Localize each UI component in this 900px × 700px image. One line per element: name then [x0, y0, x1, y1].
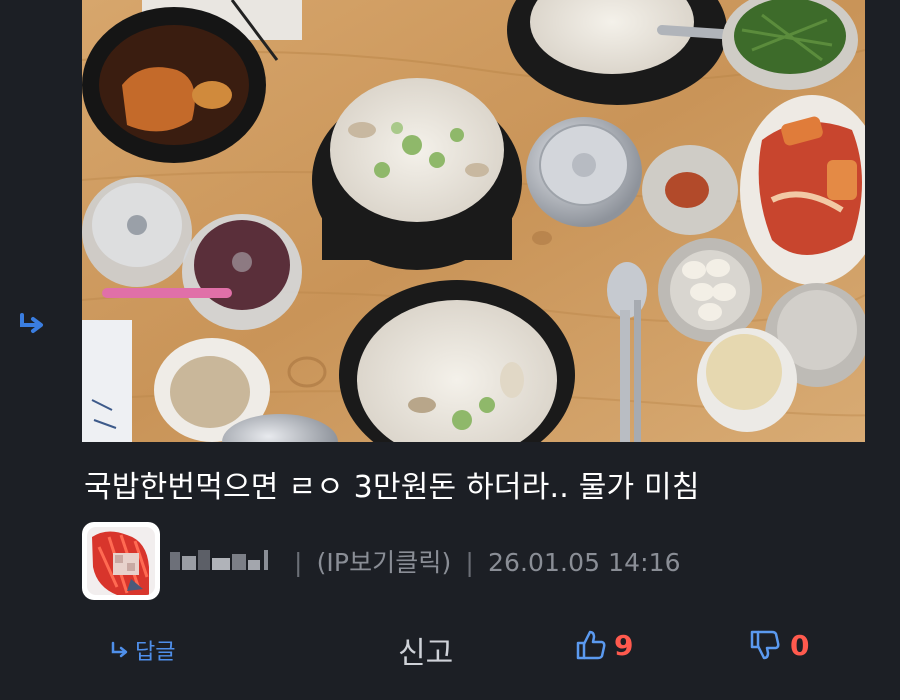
reply-label: 답글 — [135, 640, 176, 665]
reply-indent-icon — [18, 312, 48, 336]
thumbs-down-icon — [750, 630, 780, 660]
report-button[interactable]: 신고 — [398, 628, 453, 672]
meta-separator: | — [294, 548, 303, 577]
comment-body: 국밥한번먹으면 ㄹㅇ 3만원돈 하더라.. 물가 미침 — [84, 470, 700, 505]
meta-separator: | — [465, 548, 474, 577]
dislike-count: 0 — [790, 628, 810, 662]
comment-actions: 답글 신고 9 0 — [0, 618, 900, 688]
username-blurred[interactable] — [170, 546, 280, 576]
comment-photo[interactable] — [82, 0, 865, 442]
thumbs-up-icon — [576, 630, 606, 660]
reply-button[interactable]: 답글 — [110, 632, 175, 668]
reply-arrow-icon — [111, 641, 128, 658]
comment-meta-text: | (IP보기클릭) | 26.01.05 14:16 — [288, 543, 681, 579]
like-button[interactable]: 9 — [574, 628, 633, 662]
dislike-button[interactable]: 0 — [748, 628, 809, 662]
like-count: 9 — [614, 628, 634, 662]
avatar[interactable] — [82, 522, 160, 600]
comment-timestamp: 26.01.05 14:16 — [487, 548, 681, 577]
comment-meta: | (IP보기클릭) | 26.01.05 14:16 — [82, 520, 882, 602]
ip-view-link[interactable]: (IP보기클릭) — [317, 548, 452, 577]
